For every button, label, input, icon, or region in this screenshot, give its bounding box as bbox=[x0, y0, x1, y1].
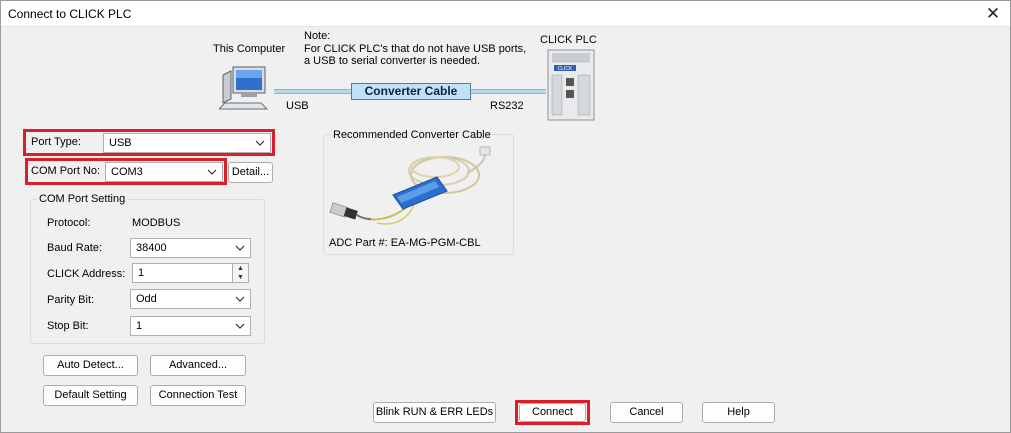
connect-button[interactable]: Connect bbox=[519, 403, 586, 422]
close-button[interactable]: ✕ bbox=[982, 4, 1004, 24]
connect-dialog: Connect to CLICK PLC ✕ This Computer Not… bbox=[0, 0, 1011, 433]
click-address-label: CLICK Address: bbox=[47, 268, 126, 280]
window-title: Connect to CLICK PLC bbox=[8, 7, 132, 21]
rs232-label: RS232 bbox=[490, 100, 524, 112]
blink-leds-button[interactable]: Blink RUN & ERR LEDs bbox=[373, 402, 496, 423]
port-type-label: Port Type: bbox=[31, 136, 81, 148]
protocol-label: Protocol: bbox=[47, 217, 91, 229]
parity-bit-select[interactable]: Odd bbox=[130, 289, 251, 309]
note-line: For CLICK PLC's that do not have USB por… bbox=[304, 42, 527, 55]
stop-bit-value: 1 bbox=[136, 320, 143, 332]
chevron-down-icon bbox=[235, 323, 245, 329]
usb-cable-line bbox=[274, 89, 351, 94]
chevron-down-icon bbox=[235, 296, 245, 302]
computer-label: This Computer bbox=[213, 43, 286, 55]
serial-cable-line bbox=[471, 89, 546, 94]
port-type-select[interactable]: USB bbox=[103, 133, 271, 153]
com-port-value: COM3 bbox=[111, 166, 143, 178]
com-port-label: COM Port No: bbox=[31, 165, 101, 177]
chevron-down-icon bbox=[207, 169, 217, 175]
auto-detect-button[interactable]: Auto Detect... bbox=[43, 355, 138, 376]
plc-device-icon: CLICK bbox=[547, 49, 595, 121]
title-bar: Connect to CLICK PLC ✕ bbox=[1, 1, 1010, 27]
click-address-spinner[interactable]: ▲ ▼ bbox=[232, 263, 249, 283]
spin-down-icon[interactable]: ▼ bbox=[233, 273, 248, 282]
usb-label: USB bbox=[286, 100, 309, 112]
com-port-setting-title: COM Port Setting bbox=[37, 193, 128, 205]
converter-cable-box: Converter Cable bbox=[351, 83, 471, 100]
usb-cable-image bbox=[329, 146, 491, 225]
computer-icon bbox=[219, 66, 269, 110]
stop-bit-label: Stop Bit: bbox=[47, 320, 89, 332]
baud-rate-value: 38400 bbox=[136, 242, 167, 254]
click-address-value: 1 bbox=[138, 267, 145, 279]
plc-label: CLICK PLC bbox=[540, 34, 597, 46]
parity-bit-label: Parity Bit: bbox=[47, 294, 95, 306]
note-line: a USB to serial converter is needed. bbox=[304, 55, 481, 67]
parity-bit-value: Odd bbox=[136, 293, 157, 305]
help-button[interactable]: Help bbox=[702, 402, 775, 423]
connection-test-button[interactable]: Connection Test bbox=[150, 385, 246, 406]
part-number-label: ADC Part #: EA-MG-PGM-CBL bbox=[329, 237, 481, 249]
default-setting-button[interactable]: Default Setting bbox=[43, 385, 138, 406]
chevron-down-icon bbox=[235, 245, 245, 251]
advanced-button[interactable]: Advanced... bbox=[150, 355, 246, 376]
spin-up-icon[interactable]: ▲ bbox=[233, 264, 248, 273]
chevron-down-icon bbox=[255, 140, 265, 146]
detail-button[interactable]: Detail... bbox=[228, 162, 273, 183]
cancel-button[interactable]: Cancel bbox=[610, 402, 683, 423]
note-line: Note: bbox=[304, 30, 331, 42]
plc-brand-text: CLICK bbox=[558, 66, 573, 72]
protocol-value: MODBUS bbox=[132, 217, 181, 229]
baud-rate-select[interactable]: 38400 bbox=[130, 238, 251, 258]
close-icon: ✕ bbox=[985, 4, 1001, 23]
click-address-input[interactable]: 1 bbox=[132, 263, 233, 283]
recommended-cable-title: Recommended Converter Cable bbox=[331, 129, 493, 141]
baud-rate-label: Baud Rate: bbox=[47, 242, 103, 254]
com-port-select[interactable]: COM3 bbox=[105, 162, 223, 182]
note-text: Note: For CLICK PLC's that do not have U… bbox=[304, 30, 526, 68]
port-type-value: USB bbox=[109, 137, 132, 149]
stop-bit-select[interactable]: 1 bbox=[130, 316, 251, 336]
